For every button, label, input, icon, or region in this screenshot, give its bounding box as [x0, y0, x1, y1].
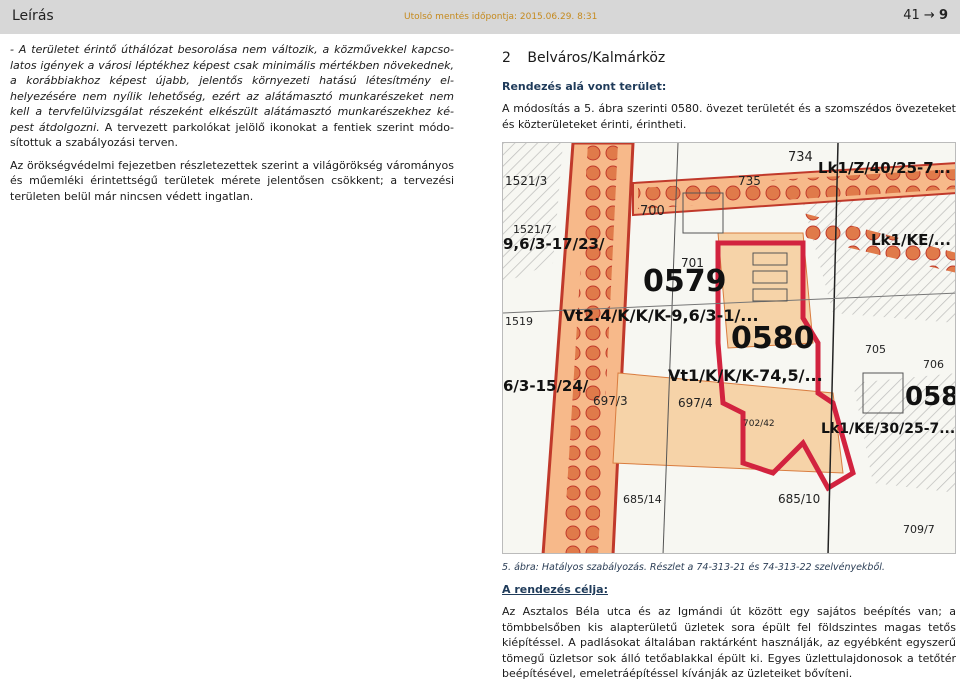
- zoning-map-drawing: 0579 0580 058 Vt2.4/K/K/K-9,6/3-1/... Vt…: [503, 143, 956, 553]
- right-column: 2 Belváros/Kalmárköz Rendezés alá vont t…: [502, 50, 956, 682]
- label-0580: 0580: [731, 321, 815, 356]
- parcel-735: 735: [738, 174, 761, 188]
- parcel-709-7: 709/7: [903, 523, 935, 536]
- parcel-1521-3: 1521/3: [505, 174, 547, 188]
- parcel-685-14: 685/14: [623, 493, 662, 506]
- page-header: Leírás Utolsó mentés időpontja: 2015.06.…: [0, 0, 960, 34]
- page-total: 41 →: [903, 8, 935, 23]
- parcel-1521-7: 1521/7: [513, 223, 552, 236]
- page-current: 9: [938, 8, 948, 23]
- last-saved-timestamp: Utolsó mentés időpontja: 2015.06.29. 8:3…: [404, 12, 598, 22]
- parcel-1519: 1519: [505, 315, 533, 328]
- label-lk1ke: Lk1/KE/...: [871, 231, 951, 249]
- zoning-map: 0579 0580 058 Vt2.4/K/K/K-9,6/3-1/... Vt…: [502, 142, 956, 554]
- parcel-697-4: 697/4: [678, 396, 713, 410]
- parcel-706: 706: [923, 358, 944, 371]
- page-title: Leírás: [12, 8, 54, 24]
- section-number: 2: [502, 50, 511, 66]
- parcel-702-42: 702/42: [743, 419, 775, 429]
- parcel-705: 705: [865, 343, 886, 356]
- parcel-734: 734: [788, 150, 813, 165]
- parcel-685-10: 685/10: [778, 492, 820, 506]
- scope-text: A módosítás a 5. ábra szerinti 0580. öve…: [502, 102, 956, 131]
- parcel-701: 701: [681, 256, 704, 270]
- label-lk1z: Lk1/Z/40/25-7...: [818, 159, 951, 177]
- scope-subheading: Rendezés alá vont terület:: [502, 80, 667, 93]
- page-indicator: 41 → 9: [903, 8, 948, 23]
- parcel-700: 700: [640, 204, 665, 219]
- parcel-697-3: 697/3: [593, 394, 628, 408]
- map-caption: 5. ábra: Hatályos szabályozás. Részlet a…: [502, 562, 885, 573]
- goal-text: Az Asztalos Béla utca és az Igmándi út k…: [502, 605, 956, 680]
- label-vt24: Vt2.4/K/K/K-9,6/3-1/...: [563, 306, 759, 325]
- left-column: - A területet érintő úthálózat besorolás…: [10, 42, 454, 211]
- label-vt1: Vt1/K/K/K-74,5/...: [668, 366, 823, 385]
- label-lk30: Lk1/KE/30/25-7...: [821, 421, 955, 437]
- section-title: Belváros/Kalmárköz: [527, 50, 666, 66]
- label-left2: 6/3-15/24/: [503, 377, 589, 395]
- label-left1: 9,6/3-17/23/: [503, 235, 605, 253]
- paragraph-network: - A területet érintő úthálózat besorolás…: [10, 42, 454, 151]
- section-heading: 2 Belváros/Kalmárköz: [502, 50, 956, 66]
- paragraph-heritage: Az örökségvédelmi fejezetben részletezet…: [10, 158, 454, 203]
- label-058: 058: [905, 382, 956, 412]
- goal-heading: A rendezés célja:: [502, 583, 608, 596]
